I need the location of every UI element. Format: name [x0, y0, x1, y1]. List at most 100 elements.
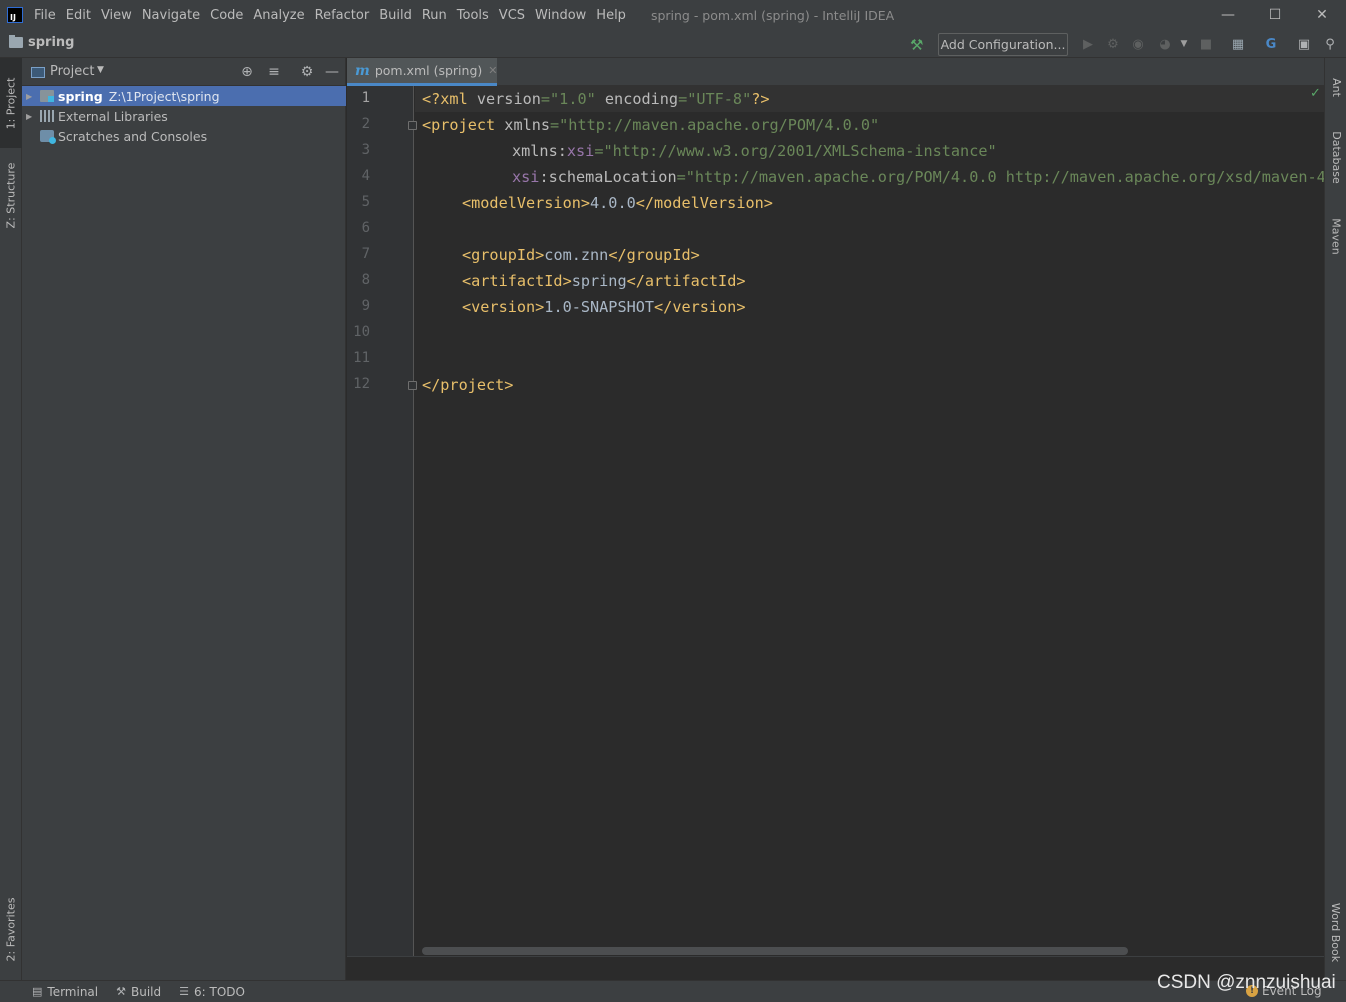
watermark: CSDN @znnzuishuai	[1157, 972, 1336, 993]
menu-code[interactable]: Code	[210, 8, 243, 23]
tool-tab-word-book-label: Word Book	[1329, 902, 1343, 963]
code-token: spring	[571, 272, 627, 290]
menu-view[interactable]: View	[101, 8, 132, 23]
code-line-1: <?xml version="1.0" encoding="UTF-8"?>	[422, 86, 770, 112]
tool-tab-project[interactable]: 1: Project	[0, 58, 22, 148]
menu-build[interactable]: Build	[379, 8, 412, 23]
line-number: 6	[361, 220, 370, 236]
stop-icon[interactable]: ■	[1198, 36, 1214, 52]
horizontal-scrollbar[interactable]	[422, 947, 1128, 955]
terminal-label: Terminal	[47, 984, 99, 999]
tree-item-external-libraries[interactable]: ▶ External Libraries	[22, 106, 346, 126]
build-tab[interactable]: ⚒ Build	[116, 985, 161, 999]
gear-icon[interactable]: ⚙	[298, 63, 316, 81]
project-structure-icon[interactable]: ▦	[1230, 36, 1246, 52]
todo-tab[interactable]: ☰ 6: TODO	[179, 985, 245, 999]
tool-tab-structure[interactable]: Z: Structure	[0, 150, 22, 240]
minimize-icon[interactable]: —	[1205, 0, 1251, 30]
module-folder-icon	[40, 90, 54, 102]
tool-tab-database[interactable]: Database	[1325, 120, 1346, 195]
translate-icon[interactable]: G	[1263, 36, 1279, 52]
code-token: 4.0.0	[590, 194, 636, 212]
add-configuration-button[interactable]: Add Configuration...	[938, 33, 1068, 56]
chevron-down-icon[interactable]: ▼	[97, 65, 104, 75]
code-token: ?>	[751, 90, 770, 108]
code-token: xmlns:	[512, 142, 567, 160]
tool-tab-structure-label: Z: Structure	[4, 162, 18, 228]
coverage-icon[interactable]: ◉	[1130, 36, 1146, 52]
breadcrumb-project[interactable]: spring	[28, 35, 74, 50]
code-line-12: </project>	[422, 372, 513, 398]
build-label: Build	[131, 984, 162, 999]
code-token: 1.0-SNAPSHOT	[544, 298, 655, 316]
code-token: :schemaLocation	[539, 168, 677, 186]
expand-arrow-icon[interactable]: ▶	[26, 92, 36, 101]
menu-edit[interactable]: Edit	[66, 8, 91, 23]
close-tab-icon[interactable]: ✕	[488, 64, 497, 77]
code-editor[interactable]: <?xml version="1.0" encoding="UTF-8"?> <…	[415, 86, 1324, 946]
menu-file[interactable]: File	[34, 8, 56, 23]
project-view-selector[interactable]: Project	[50, 64, 94, 79]
tool-tab-word-book[interactable]: Word Book	[1325, 890, 1346, 975]
chevron-down-icon[interactable]: ▼	[1176, 36, 1192, 52]
intellij-logo-icon: IJ	[7, 7, 23, 23]
menu-help[interactable]: Help	[596, 8, 626, 23]
expand-arrow-icon[interactable]: ▶	[26, 112, 36, 121]
menu-window[interactable]: Window	[535, 8, 586, 23]
line-number: 7	[361, 246, 370, 262]
editor-tab-pom[interactable]: m pom.xml (spring) ✕	[347, 58, 497, 86]
code-line-7: <groupId>com.znn</groupId>	[462, 242, 700, 268]
search-icon[interactable]: ⚲	[1322, 36, 1338, 52]
hammer-icon: ⚒	[116, 985, 126, 998]
code-token: <project	[422, 116, 505, 134]
code-token: <artifactId>	[462, 272, 572, 290]
profile-icon[interactable]: ◕	[1157, 36, 1173, 52]
tree-item-spring[interactable]: ▶ spring Z:\1Project\spring	[22, 86, 346, 106]
menu-navigate[interactable]: Navigate	[142, 8, 200, 23]
project-panel: Project ▼ ⊕ ≡ ⚙ — ▶ spring Z:\1Project\s…	[22, 58, 346, 980]
inspection-ok-check-icon[interactable]: ✓	[1310, 86, 1321, 101]
locate-icon[interactable]: ⊕	[238, 63, 256, 81]
window-title: spring - pom.xml (spring) - IntelliJ IDE…	[650, 7, 895, 23]
menu-vcs[interactable]: VCS	[499, 8, 525, 23]
code-token: ="1.0"	[540, 90, 596, 108]
line-number: 9	[361, 298, 370, 314]
maximize-icon[interactable]: ☐	[1252, 0, 1298, 30]
tool-tab-database-label: Database	[1329, 131, 1343, 184]
line-number: 4	[361, 168, 370, 184]
build-hammer-icon[interactable]: ⚒	[910, 36, 926, 54]
line-number: 10	[353, 324, 370, 340]
code-token: xsi	[512, 168, 540, 186]
code-line-3: xmlns:xsi="http://www.w3.org/2001/XMLSch…	[512, 138, 997, 164]
code-token: </version>	[654, 298, 746, 316]
list-icon: ☰	[179, 985, 189, 998]
tree-item-label: Scratches and Consoles	[58, 128, 208, 144]
terminal-tab[interactable]: ▤ Terminal	[32, 985, 98, 999]
code-token: </artifactId>	[626, 272, 746, 290]
line-number: 11	[353, 350, 370, 366]
run-icon[interactable]: ▶	[1080, 36, 1096, 52]
code-token: version	[476, 90, 541, 108]
menu-tools[interactable]: Tools	[457, 8, 489, 23]
debug-icon[interactable]: ⚙	[1105, 36, 1121, 52]
tool-tab-favorites[interactable]: 2: Favorites	[0, 884, 22, 974]
tool-tab-ant[interactable]: Ant	[1325, 62, 1346, 112]
tree-item-label: spring	[58, 88, 103, 104]
library-icon	[40, 110, 54, 122]
presentation-icon[interactable]: ▣	[1296, 36, 1312, 52]
code-token: ="http://www.w3.org/2001/XMLSchema-insta…	[594, 142, 997, 160]
code-token: xsi	[566, 142, 595, 160]
tool-tab-maven[interactable]: Maven	[1325, 206, 1346, 266]
code-token: </modelVersion>	[635, 194, 773, 212]
menu-refactor[interactable]: Refactor	[315, 8, 370, 23]
menu-analyze[interactable]: Analyze	[253, 8, 304, 23]
code-token: com.znn	[544, 246, 609, 264]
tool-tab-project-label: 1: Project	[4, 77, 18, 129]
hide-panel-icon[interactable]: —	[323, 63, 341, 81]
tree-item-scratches[interactable]: Scratches and Consoles	[22, 126, 346, 146]
tool-tab-maven-label: Maven	[1329, 217, 1343, 255]
collapse-all-icon[interactable]: ≡	[265, 63, 283, 81]
left-tool-strip: 1: Project Z: Structure 2: Favorites	[0, 58, 22, 980]
menu-run[interactable]: Run	[422, 8, 447, 23]
close-icon[interactable]: ✕	[1299, 0, 1345, 30]
